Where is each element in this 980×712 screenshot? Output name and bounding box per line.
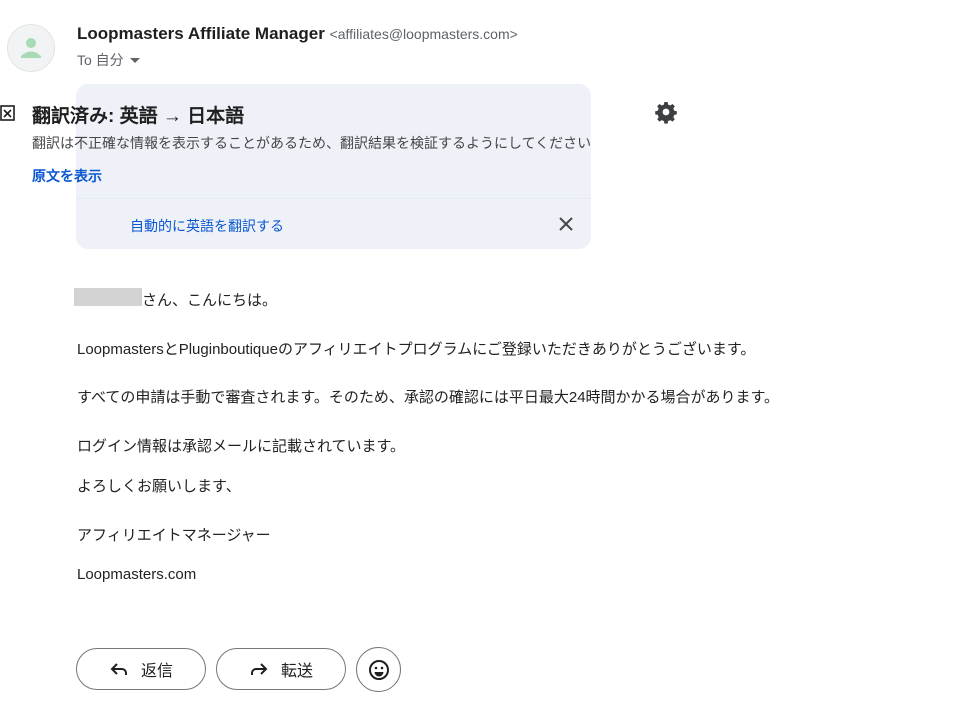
greeting-text: さん、こんにちは。 (142, 292, 278, 309)
translate-icon (0, 105, 15, 121)
reply-icon (110, 663, 127, 675)
forward-button[interactable]: 転送 (216, 648, 346, 690)
signature-title: アフィリエイトマネージャー (77, 527, 271, 544)
translation-title: 翻訳済み: 英語 → 日本語 (32, 106, 245, 127)
close-icon[interactable] (556, 214, 576, 234)
reply-label: 返信 (140, 663, 173, 680)
redacted-name (74, 288, 142, 306)
forward-label: 転送 (280, 663, 313, 680)
body-closing: よろしくお願いします、 (77, 478, 241, 495)
sender-name[interactable]: Loopmasters Affiliate Manager (77, 24, 325, 43)
dropdown-arrow-icon[interactable] (128, 53, 142, 67)
sender-email: <affiliates@loopmasters.com> (329, 26, 518, 42)
body-paragraph-3: ログイン情報は承認メールに記載されています。 (77, 438, 406, 455)
gear-icon[interactable] (654, 100, 678, 124)
body-paragraph-2: すべての申請は手動で審査されます。そのため、承認の確認には平日最大24時間かかる… (77, 389, 780, 406)
signature-company: Loopmasters.com (77, 566, 197, 583)
panel-divider (76, 198, 591, 199)
sender-avatar[interactable] (7, 24, 55, 72)
reply-button[interactable]: 返信 (76, 648, 206, 690)
translation-notice: 翻訳は不正確な情報を表示することがあるため、翻訳結果を検証するようにしてください (32, 135, 592, 151)
body-paragraph-1: LoopmastersとPluginboutiqueのアフィリエイトプログラムに… (77, 341, 756, 358)
emoji-icon (368, 659, 389, 680)
forward-icon (250, 663, 268, 675)
show-original-link[interactable]: 原文を表示 (32, 166, 102, 186)
person-icon (21, 38, 41, 58)
recipient-line[interactable]: To 自分 (77, 50, 142, 70)
auto-translate-link[interactable]: 自動的に英語を翻訳する (130, 216, 284, 236)
to-label: To 自分 (77, 52, 124, 68)
emoji-reaction-button[interactable] (356, 647, 401, 692)
sender-line: Loopmasters Affiliate Manager <affiliate… (77, 24, 518, 44)
